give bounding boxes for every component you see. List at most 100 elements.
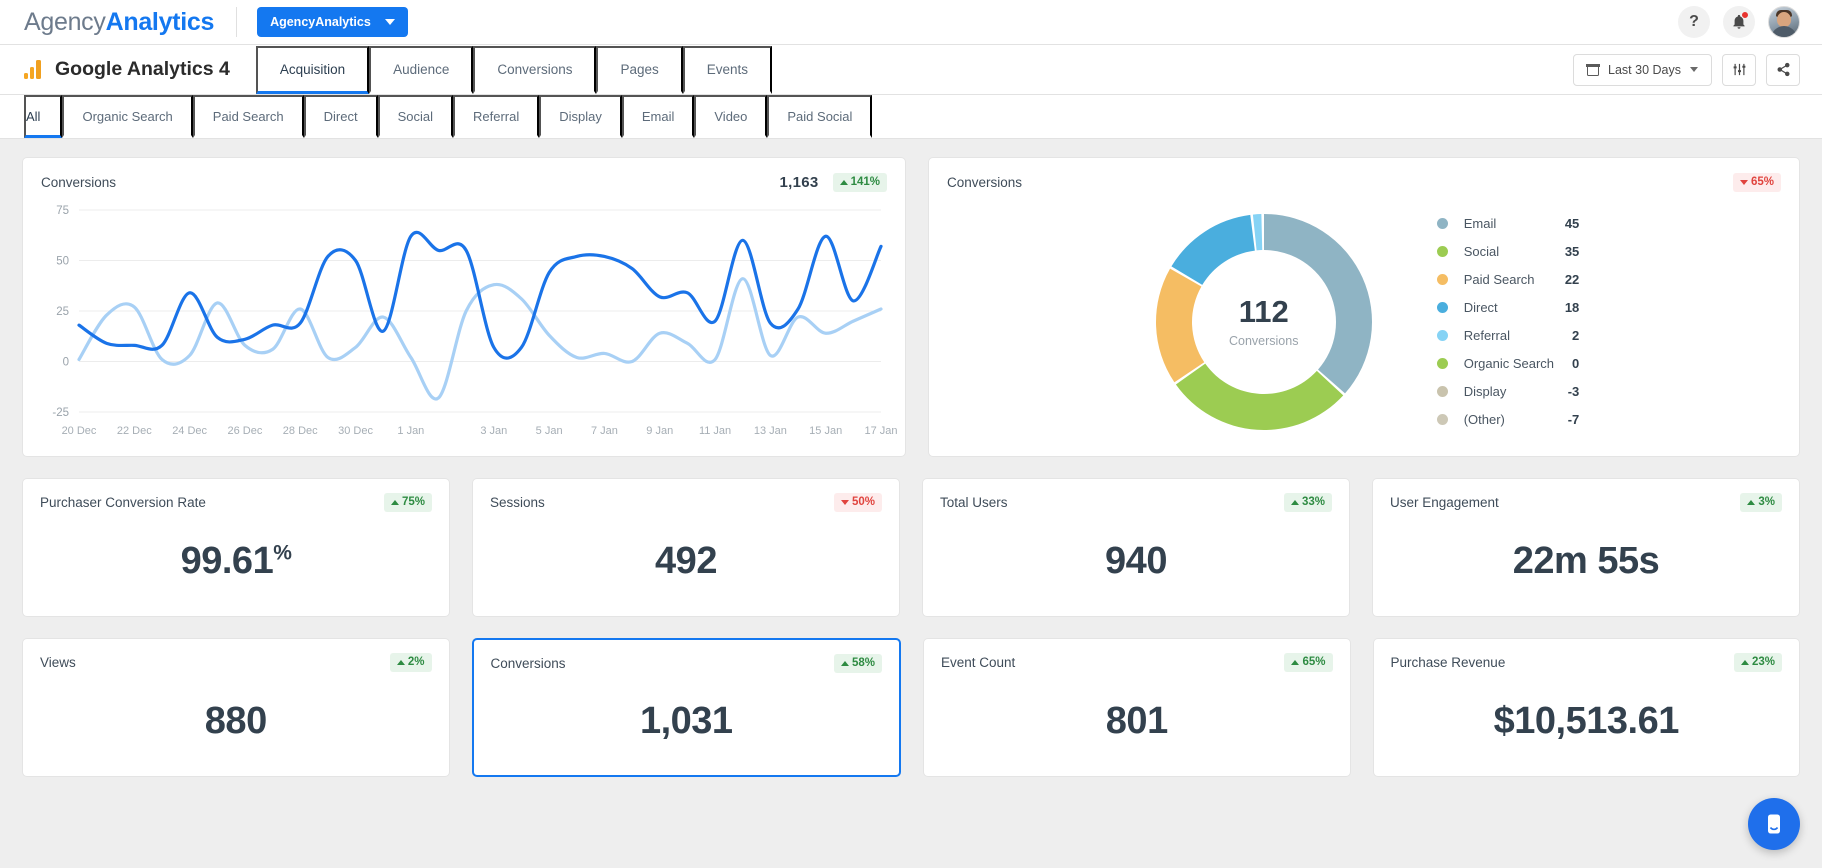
legend-value: 0 <box>1572 356 1580 372</box>
arrow-down-icon <box>840 499 849 505</box>
legend-color-dot <box>1436 414 1448 426</box>
svg-text:13 Jan: 13 Jan <box>754 425 787 437</box>
svg-text:24 Dec: 24 Dec <box>172 425 207 437</box>
svg-text:28 Dec: 28 Dec <box>283 425 318 437</box>
account-selector-button[interactable]: AgencyAnalytics <box>257 7 408 37</box>
conversions-donut-chart-card[interactable]: Conversions 65% 112 Conversions Email 45 S… <box>928 157 1800 457</box>
donut-slice-direct[interactable] <box>1171 214 1255 285</box>
sub-tab-display[interactable]: Display <box>539 95 622 138</box>
legend-label: Paid Search <box>1463 272 1535 288</box>
kpi-title: Conversions <box>490 655 566 671</box>
legend-value: 35 <box>1564 244 1580 260</box>
legend-item-email[interactable]: Email 45 <box>1436 210 1579 237</box>
donut-slice-referral[interactable] <box>1252 213 1262 251</box>
donut-center-label: Conversions <box>1228 333 1299 348</box>
report-tabs: Acquisition Audience Conversions Pages E… <box>255 45 773 94</box>
kpi-value-suffix: % <box>273 541 292 565</box>
donut-center-value: 112 <box>1238 293 1289 329</box>
kpi-header: Purchaser Conversion Rate 75% <box>23 479 449 512</box>
app-logo[interactable]: AgencyAnalytics <box>24 8 214 37</box>
kpi-card-event-count[interactable]: Event Count 65% 801 <box>923 638 1351 777</box>
kpi-header: Total Users 33% <box>923 479 1349 512</box>
legend-item-referral[interactable]: Referral 2 <box>1436 322 1579 349</box>
legend-color-dot <box>1436 218 1448 230</box>
svg-text:22 Dec: 22 Dec <box>117 425 152 437</box>
page-title: Google Analytics 4 <box>55 58 230 80</box>
sub-tab-referral[interactable]: Referral <box>452 95 540 138</box>
tab-conversions[interactable]: Conversions <box>473 46 597 94</box>
kpi-card-sessions[interactable]: Sessions 50% 492 <box>472 478 900 617</box>
legend-item-paid-search[interactable]: Paid Search 22 <box>1436 266 1580 293</box>
kpi-header: Purchase Revenue 23% <box>1374 639 1800 672</box>
kpi-value: 801 <box>1105 699 1168 742</box>
tab-events[interactable]: Events <box>682 46 773 94</box>
kpi-card-purchase-revenue[interactable]: Purchase Revenue 23% $10,513.61 <box>1372 638 1800 777</box>
legend-item-other[interactable]: (Other) -7 <box>1436 406 1580 433</box>
donut-slice-social[interactable] <box>1175 363 1343 430</box>
sub-tab-social[interactable]: Social <box>377 95 453 138</box>
filter-settings-button[interactable] <box>1722 53 1756 86</box>
donut-slice-paid-search[interactable] <box>1155 268 1204 382</box>
kpi-change-badge: 3% <box>1740 493 1782 512</box>
legend-value: -7 <box>1567 412 1580 428</box>
arrow-up-icon <box>1291 659 1300 665</box>
legend-item-organic-search[interactable]: Organic Search 0 <box>1436 350 1580 377</box>
kpi-change-value: 2% <box>407 656 425 668</box>
legend-item-social[interactable]: Social 35 <box>1436 238 1580 265</box>
legend-item-direct[interactable]: Direct 18 <box>1436 294 1580 321</box>
legend-label: Organic Search <box>1463 356 1555 372</box>
kpi-value: 880 <box>204 699 267 742</box>
kpi-title: Total Users <box>940 494 1008 510</box>
sub-tab-organic-search[interactable]: Organic Search <box>62 95 193 138</box>
notifications-button[interactable] <box>1723 6 1755 38</box>
kpi-card-user-engagement[interactable]: User Engagement 3% 22m 55s <box>1372 478 1800 617</box>
share-icon <box>1777 62 1789 77</box>
legend-item-display[interactable]: Display -3 <box>1436 378 1579 405</box>
share-button[interactable] <box>1766 53 1800 86</box>
tab-pages[interactable]: Pages <box>596 46 683 94</box>
line-chart-svg: 75 50 25 0 -25 20 Dec 22 Dec 24 Dec 26 Dec 28 Dec… <box>52 205 897 437</box>
line-chart-total: 1,163 <box>779 173 819 191</box>
date-range-label: Last 30 Days <box>1608 62 1681 77</box>
svg-text:7 Jan: 7 Jan <box>591 425 618 437</box>
donut-chart-change-badge: 65% <box>1732 173 1781 192</box>
legend-color-dot <box>1436 246 1448 258</box>
chat-support-button[interactable] <box>1748 798 1800 850</box>
kpi-value: 1,031 <box>639 699 733 742</box>
kpi-change-value: 33% <box>1301 496 1325 508</box>
sub-tab-all[interactable]: All <box>24 95 63 138</box>
kpi-card-purchaser-conversion-rate[interactable]: Purchaser Conversion Rate 75% 99.61% <box>22 478 450 617</box>
legend-value: 22 <box>1564 272 1580 288</box>
donut-chart-title: Conversions <box>947 174 1023 190</box>
date-range-picker[interactable]: Last 30 Days <box>1573 53 1712 86</box>
legend-label: (Other) <box>1463 412 1505 428</box>
tab-acquisition[interactable]: Acquisition <box>255 46 370 94</box>
kpi-card-total-users[interactable]: Total Users 33% 940 <box>922 478 1350 617</box>
user-avatar[interactable] <box>1768 6 1800 38</box>
sub-tab-direct[interactable]: Direct <box>303 95 378 138</box>
kpi-header: User Engagement 3% <box>1373 479 1799 512</box>
kpi-row-2: Views 2% 880 Conversions 58% 1,031 Event Count… <box>22 638 1800 777</box>
kpi-card-conversions[interactable]: Conversions 58% 1,031 <box>471 638 901 777</box>
sub-tab-paid-social[interactable]: Paid Social <box>767 95 873 138</box>
svg-text:3 Jan: 3 Jan <box>480 425 507 437</box>
tab-audience[interactable]: Audience <box>369 46 474 94</box>
dashboard-board: Conversions 1,163 141% 75 50 25 0 -25 20 Dec 2… <box>0 139 1822 795</box>
sub-tab-email[interactable]: Email <box>621 95 695 138</box>
svg-text:25: 25 <box>56 306 69 318</box>
kpi-change-badge: 50% <box>833 493 882 512</box>
kpi-card-views[interactable]: Views 2% 880 <box>22 638 450 777</box>
chevron-down-icon <box>384 19 395 25</box>
kpi-value-wrap: 99.61% <box>23 512 449 616</box>
help-button[interactable]: ? <box>1678 6 1710 38</box>
sub-tab-paid-search[interactable]: Paid Search <box>192 95 304 138</box>
legend-color-dot <box>1436 302 1448 314</box>
line-chart-change-value: 141% <box>850 176 880 188</box>
kpi-value: 22m 55s <box>1512 539 1660 582</box>
kpi-change-value: 23% <box>1751 656 1775 668</box>
kpi-title: User Engagement <box>1390 494 1499 510</box>
legend-value: 18 <box>1564 300 1580 316</box>
conversions-line-chart-card[interactable]: Conversions 1,163 141% 75 50 25 0 -25 20 Dec 2… <box>22 157 906 457</box>
sub-tab-video[interactable]: Video <box>694 95 768 138</box>
arrow-up-icon <box>396 659 405 665</box>
